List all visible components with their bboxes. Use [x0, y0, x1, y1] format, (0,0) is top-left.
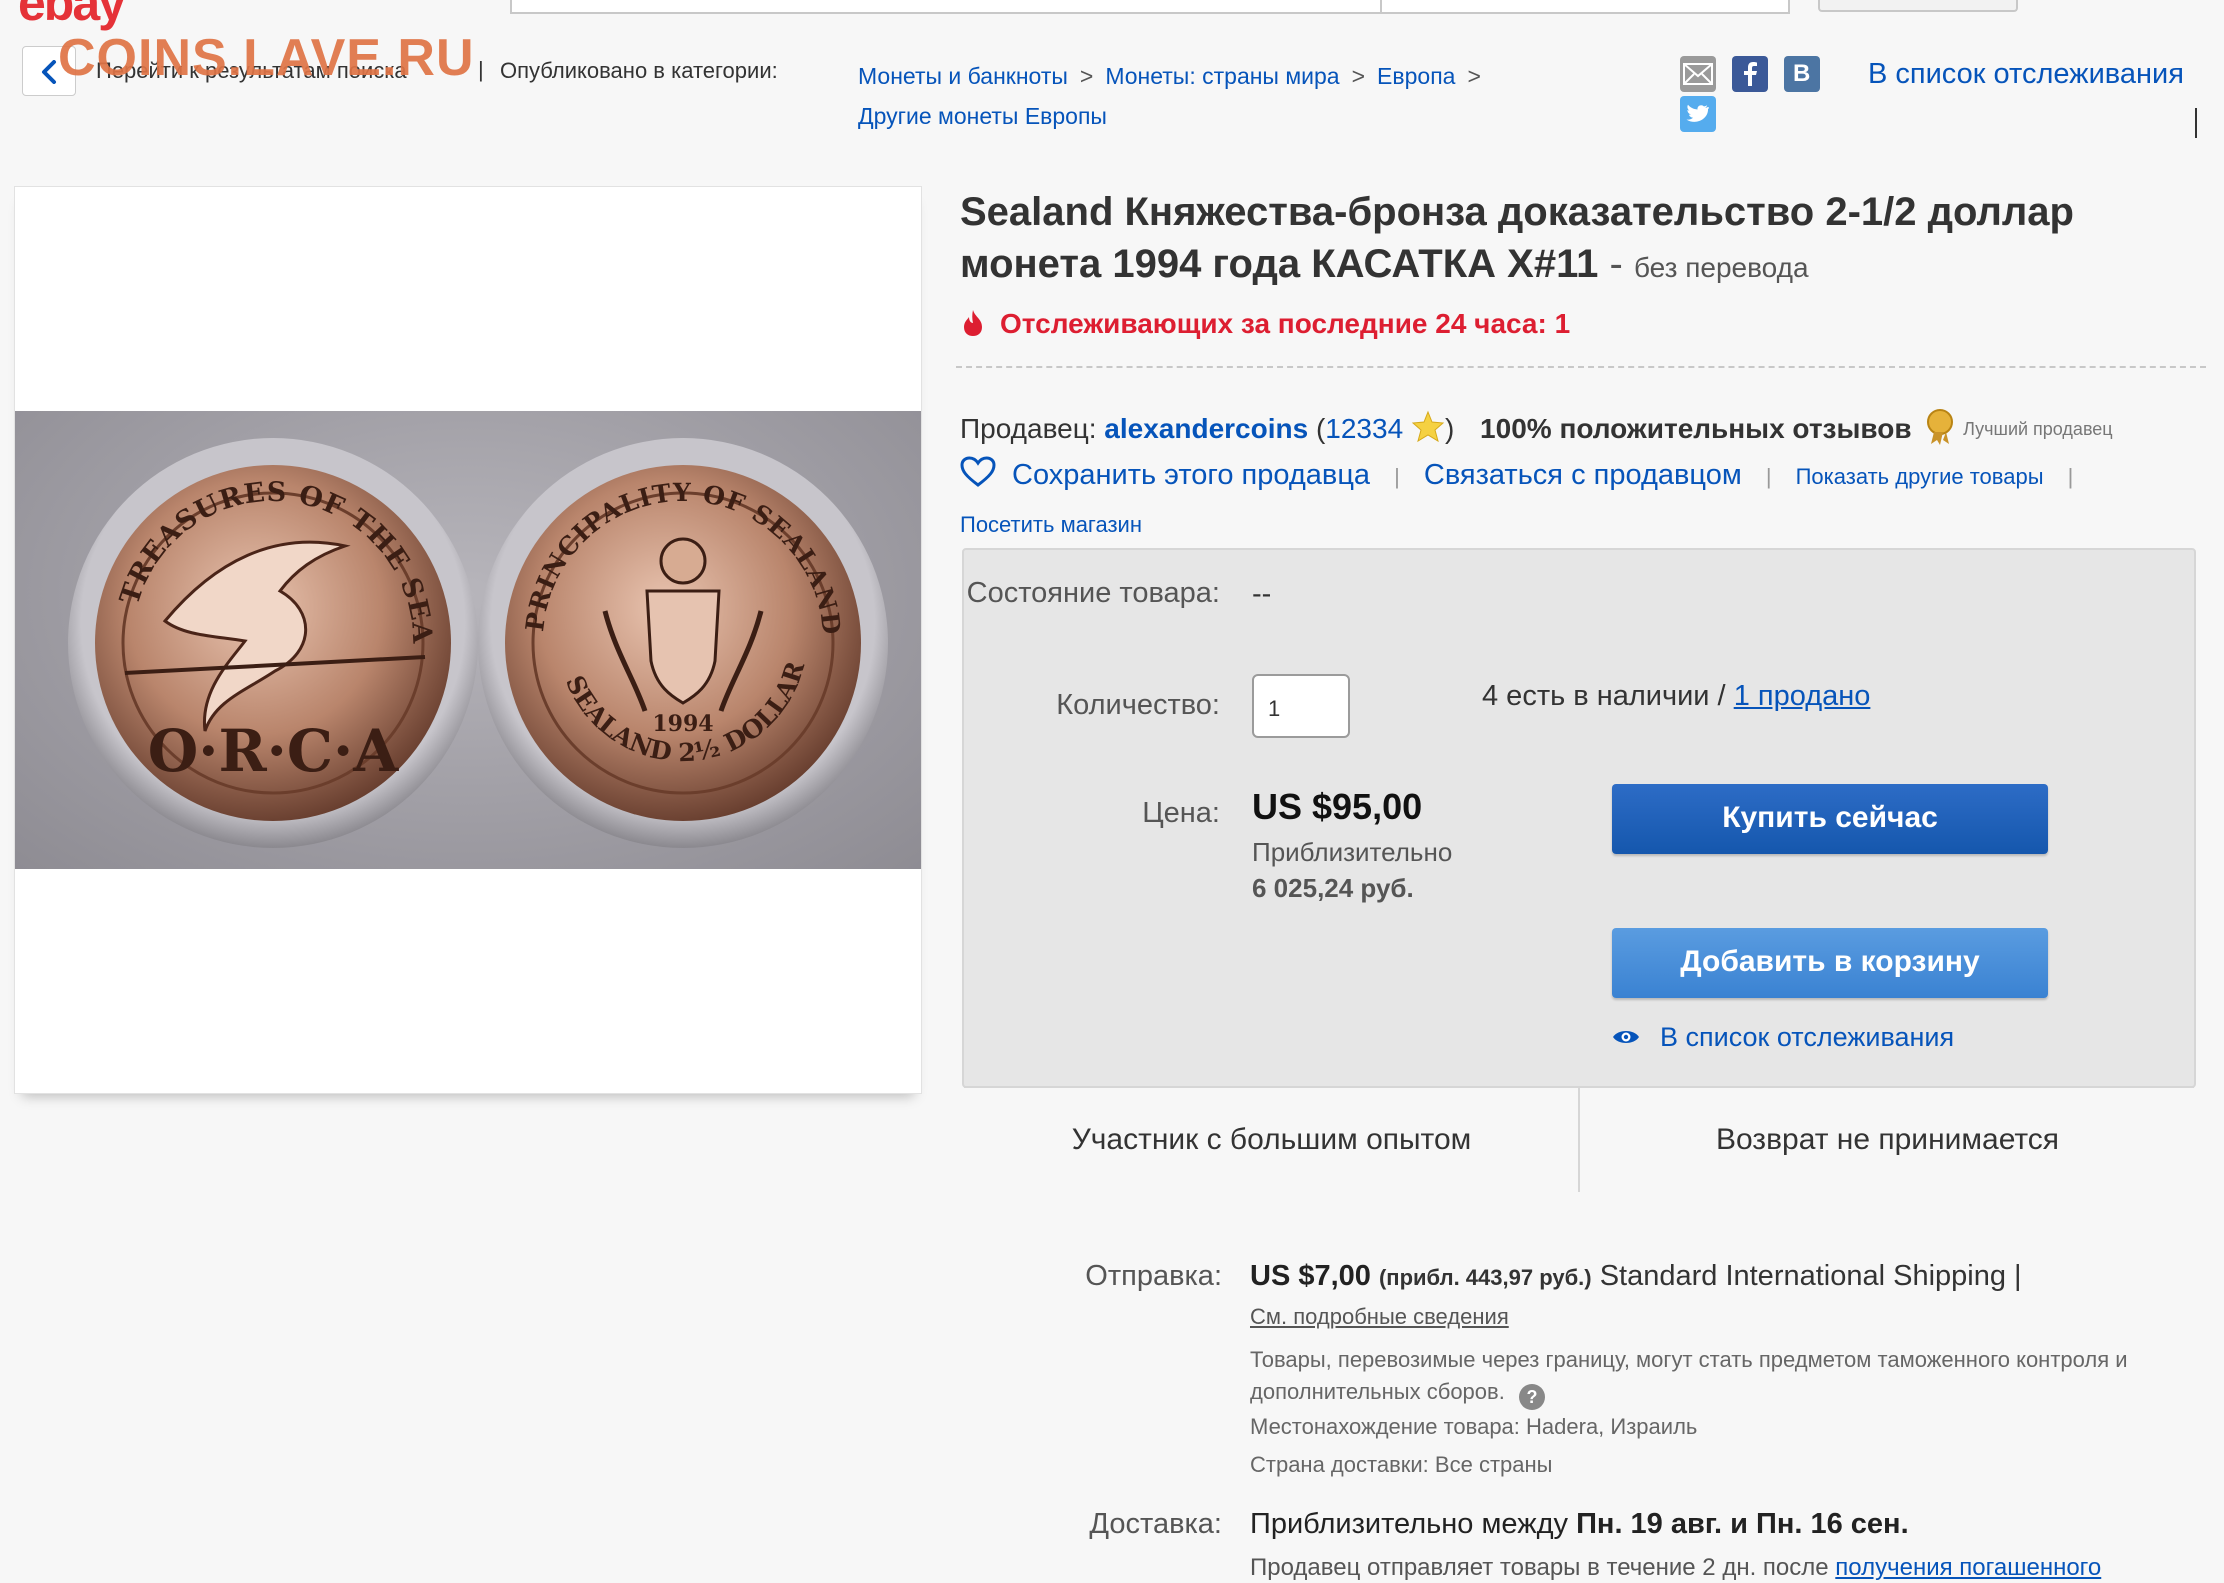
- star-icon: [1411, 410, 1445, 443]
- breadcrumb-separator: >: [1467, 63, 1481, 89]
- published-in-label: Опубликовано в категории:: [500, 58, 778, 83]
- shipping-cost: US $7,00 (прибл. 443,97 руб.) Standard I…: [1250, 1260, 2022, 1293]
- breadcrumb-item-europe[interactable]: Европа: [1377, 63, 1455, 89]
- quantity-label: Количество:: [1056, 689, 1220, 721]
- text-cursor: [2195, 108, 2197, 138]
- approx-value: 6 025,24 руб.: [1252, 873, 1414, 903]
- save-seller-link[interactable]: Сохранить этого продавца: [1012, 459, 1370, 491]
- shipping-approx: (прибл. 443,97 руб.): [1378, 1265, 1592, 1290]
- search-button-fragment[interactable]: [1818, 0, 2018, 12]
- search-bar-fragment[interactable]: [510, 0, 2018, 14]
- no-translation-label: без перевода: [1633, 252, 1809, 283]
- vk-icon[interactable]: B: [1784, 56, 1820, 92]
- cleared-payment-link[interactable]: получения погашенного: [1835, 1554, 2101, 1581]
- breadcrumb-item-other-europe[interactable]: Другие монеты Европы: [858, 103, 1107, 129]
- score-close-paren: ): [1444, 413, 1455, 444]
- price-label: Цена:: [1142, 797, 1220, 829]
- experienced-seller-badge: Участник с большим опытом: [1071, 1123, 1472, 1156]
- score-open-paren: (: [1315, 413, 1326, 444]
- eye-icon: [1613, 1031, 1639, 1043]
- availability: 4 есть в наличии / 1 продано: [1482, 680, 1870, 713]
- flame-icon: [964, 310, 982, 336]
- breadcrumb-item-world-coins[interactable]: Монеты: страны мира: [1105, 63, 1339, 89]
- watch-link-label: В список отслеживания: [1660, 1022, 1955, 1052]
- positive-feedback: 100% положительных отзывов: [1480, 413, 1912, 444]
- seller-label: Продавец:: [960, 413, 1097, 444]
- handling-time: Продавец отправляет товары в течение 2 д…: [1250, 1554, 2101, 1582]
- delivery-and: и: [1730, 1508, 1748, 1540]
- watchers-text: Отслеживающих за последние 24 часа: 1: [1000, 308, 1571, 339]
- breadcrumb-item-coins-banknotes[interactable]: Монеты и банкноты: [858, 63, 1068, 89]
- seller-info: Продавец: alexandercoins (12334 ) 100% п…: [960, 408, 2113, 446]
- contact-seller-link[interactable]: Связаться с продавцом: [1424, 459, 1742, 491]
- breadcrumb-separator: >: [1351, 63, 1366, 89]
- shipping-price: US $7,00: [1250, 1260, 1371, 1292]
- available-count: 4 есть в наличии /: [1482, 680, 1726, 712]
- delivery-estimate: Приблизительно между Пн. 19 авг. и Пн. 1…: [1250, 1508, 1909, 1541]
- listing-title: Sealand Княжества-бронза доказательство …: [960, 186, 2190, 294]
- twitter-icon[interactable]: [1680, 96, 1716, 132]
- breadcrumb-divider: |: [478, 57, 484, 82]
- approx-price: Приблизительно 6 025,24 руб.: [1252, 834, 1452, 906]
- other-items-link[interactable]: Показать другие товары: [1796, 464, 2044, 489]
- watermark: COINS.LAVE.RU: [58, 29, 475, 87]
- chevron-left-icon: [42, 60, 56, 84]
- vk-letter: B: [1793, 60, 1811, 87]
- heart-icon[interactable]: [960, 456, 996, 488]
- shipping-details-link[interactable]: См. подробные сведения: [1250, 1304, 1509, 1330]
- location-value: Hadera, Израиль: [1526, 1414, 1698, 1439]
- email-icon[interactable]: [1680, 56, 1716, 92]
- ships-to-label: Страна доставки:: [1250, 1452, 1429, 1477]
- watchers-alert: Отслеживающих за последние 24 часа: 1: [960, 308, 1570, 340]
- listing-title-text: Sealand Княжества-бронза доказательство …: [960, 190, 2074, 286]
- ships-to: Страна доставки: Все страны: [1250, 1452, 1552, 1478]
- breadcrumb: Монеты и банкноты > Монеты: страны мира > Ев…: [858, 56, 1618, 136]
- approx-label: Приблизительно: [1252, 837, 1453, 867]
- buy-box: Состояние товара: -- Количество: 1 4 ест…: [962, 548, 2196, 1192]
- coin-illustration: TREASURES OF THE SEA O·R·C·A PRINCIPALIT…: [15, 411, 888, 848]
- delivery-to: Пн. 16 сен.: [1756, 1508, 1909, 1540]
- product-image-panel[interactable]: TREASURES OF THE SEA O·R·C·A PRINCIPALIT…: [14, 186, 922, 1094]
- visit-store-link[interactable]: Посетить магазин: [960, 512, 1142, 538]
- handling-text: Продавец отправляет товары в течение 2 д…: [1250, 1554, 1829, 1581]
- shipping-label: Отправка:: [1085, 1260, 1222, 1292]
- coin-photo[interactable]: TREASURES OF THE SEA O·R·C·A PRINCIPALIT…: [15, 411, 921, 869]
- quantity-input[interactable]: 1: [1252, 674, 1350, 738]
- search-divider: [1380, 0, 1382, 12]
- seller-actions: Сохранить этого продавца | Связаться с п…: [960, 456, 2089, 492]
- help-icon[interactable]: ?: [1518, 1384, 1545, 1410]
- add-to-cart-button[interactable]: Добавить в корзину: [1612, 928, 2048, 998]
- action-separator: |: [2067, 464, 2074, 489]
- condition-label: Состояние товара:: [966, 577, 1220, 609]
- buybox-badges: Участник с большим опытом Возврат не при…: [964, 1086, 2194, 1192]
- condition-value: --: [1252, 578, 1272, 610]
- sold-count-link[interactable]: 1 продано: [1734, 680, 1871, 712]
- watchlist-top-link[interactable]: В список отслеживания: [1868, 58, 2184, 91]
- customs-note-text: Товары, перевозимые через границу, могут…: [1250, 1347, 2128, 1404]
- add-to-watchlist-link[interactable]: В список отслеживания: [1612, 1022, 1954, 1053]
- shipping-service: Standard International Shipping |: [1599, 1260, 2022, 1292]
- buy-now-button[interactable]: Купить сейчас: [1612, 784, 2048, 854]
- section-divider: [956, 366, 2206, 368]
- action-separator: |: [1765, 464, 1772, 489]
- delivery-prefix: Приблизительно между: [1250, 1508, 1569, 1540]
- price-value: US $95,00: [1252, 786, 1423, 827]
- delivery-from: Пн. 19 авг.: [1576, 1508, 1723, 1540]
- top-seller-label: Лучший продавец: [1963, 419, 2113, 439]
- seller-name-link[interactable]: alexandercoins: [1104, 413, 1308, 444]
- top-seller-badge-icon: [1927, 409, 1954, 445]
- breadcrumb-separator: >: [1079, 63, 1094, 89]
- delivery-label: Доставка:: [1089, 1508, 1222, 1540]
- feedback-score-link[interactable]: 12334: [1325, 413, 1403, 444]
- ships-to-value: Все страны: [1434, 1452, 1553, 1477]
- action-separator: |: [1394, 464, 1400, 489]
- coin-left-bottom-text: O·R·C·A: [148, 717, 399, 785]
- coin-right-year: 1994: [652, 711, 713, 737]
- customs-note: Товары, перевозимые через границу, могут…: [1250, 1344, 2190, 1410]
- returns-badge: Возврат не принимается: [1715, 1123, 2060, 1156]
- location-label: Местонахождение товара:: [1250, 1414, 1520, 1439]
- title-dash: -: [1609, 242, 1623, 286]
- facebook-icon[interactable]: [1732, 56, 1768, 92]
- item-location: Местонахождение товара: Hadera, Израиль: [1250, 1414, 1697, 1440]
